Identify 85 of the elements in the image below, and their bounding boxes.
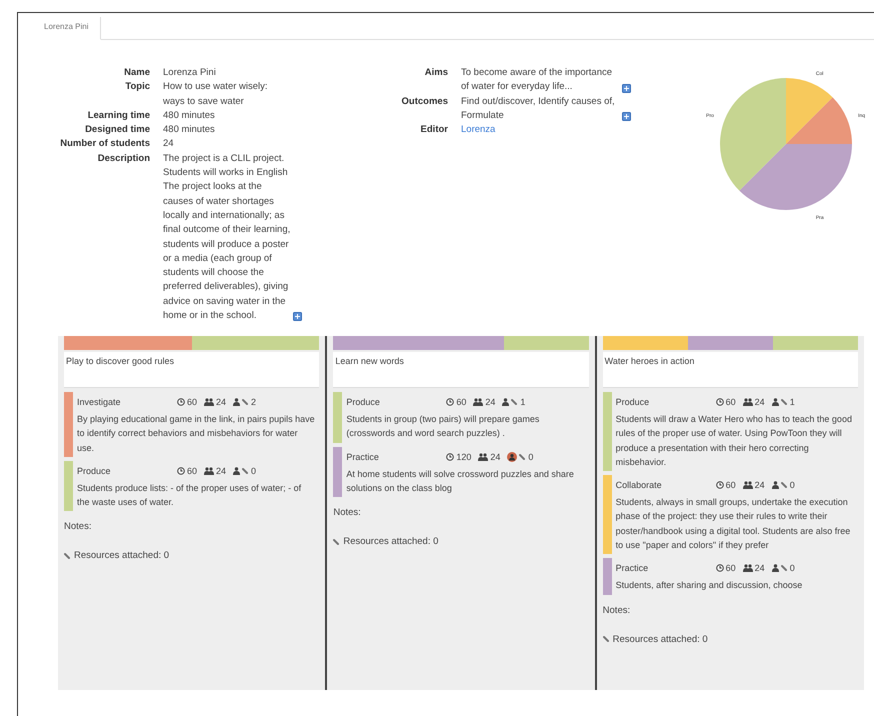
activity-description: Students will draw a Water Hero who has to teach the good rules of the proper use of water. Using PowToon they will produce a presentation with their hero correcting misbehavior. [616,413,853,469]
activity-description: Students, always in small groups, undertake the execution phase of the project: they use their rules to write their poster/handbook using a digital tool. Students are also free to use "paper and colors" if they prefer [616,496,852,552]
field-label: Description [96,152,150,166]
resource-count: 0 [251,466,256,476]
notes-label: Notes: [64,521,92,532]
activity-stripe [64,392,73,457]
field-label: Topic [124,80,150,94]
clock-icon [446,398,454,406]
clock-icon [177,398,185,406]
clock-icon [716,564,724,572]
field-value: 480 minutes [163,108,215,123]
activity-name: Produce [346,397,381,407]
field-label: Outcomes [400,94,448,109]
minutes: 60 [456,397,466,407]
field-label: Designed time [84,123,150,138]
field-value: 24 [163,137,174,152]
group-icon [478,452,488,461]
students: 24 [216,466,226,476]
activity-stripe [333,446,342,498]
clock-icon [446,452,454,461]
resources-attached: Resources attached: 0 [612,634,708,645]
resources-attached: Resources attached: 0 [74,550,170,562]
students: 24 [216,397,226,407]
activity-description: Students in group (two pairs) will prepare games (crosswords and word search puzzles) . [346,413,540,440]
minutes: 60 [187,466,198,476]
field-label: Aims [424,66,448,80]
minutes: 60 [726,397,736,407]
students: 24 [485,397,496,407]
clock-icon [177,466,185,475]
students: 24 [490,452,500,462]
students: 24 [754,397,765,407]
students: 24 [754,480,765,490]
activity-name: Produce [77,466,112,476]
field-value: Find out/discover, Identify causes of, Formulate [461,94,616,123]
resource-count: 2 [251,397,256,407]
notes-label: Notes: [333,507,362,518]
column-title: Learn new words [333,352,589,388]
notes-label: Notes: [602,604,632,616]
minutes: 60 [726,563,736,574]
resources-attached: Resources attached: 0 [343,536,438,548]
clock-icon [716,481,724,490]
minutes: 60 [726,480,736,490]
field-label: Learning time [86,108,150,123]
field-value: Lorenza Pini [163,66,216,80]
activity-stripe [333,392,342,443]
group-icon [473,398,484,406]
clock-icon [716,398,724,406]
group-icon [204,398,214,406]
activity-description: By playing educational game in the link, in pairs pupils have to identify correct behaviors and misbehaviors for water use. [77,413,316,455]
field-label: Number of students [59,137,150,152]
activity-description: Students produce lists: - of the proper uses of water; - of the waste uses of water. [77,482,302,510]
expand-icon[interactable] [293,312,302,322]
resource-count: 1 [790,397,795,407]
activity-name: Practice [616,563,650,574]
activity-stripe [602,558,612,595]
field-value: How to use water wisely: ways to save water [163,80,269,109]
column-title: Water heroes in action [602,352,858,388]
minutes: 120 [456,452,472,462]
group-icon [742,481,753,490]
students: 24 [754,563,765,574]
expand-icon[interactable] [622,84,631,93]
field-value: To become aware of the importance of water for everyday life... [461,66,614,94]
expand-icon[interactable] [622,112,631,122]
activity-stripe [64,460,73,512]
group-icon [204,466,214,475]
editor-link[interactable]: Lorenza [461,123,496,138]
column-title: Play to discover good rules [64,352,320,388]
group-icon [742,398,753,406]
field-label: Editor [420,123,448,138]
activity-description: Students, after sharing and discussion, choose [616,579,804,592]
field-label: Name [123,66,150,80]
group-icon [742,564,753,572]
resource-count: 0 [790,563,795,574]
field-value: The project is a CLIL project. Students will works in English The project looks at the causes of water shortages locally and internationally; as final outcome of their learning, students will produce a poster or a media (each group of students will choose the preferred deliverables), giving advice on saving water in the home or in the school. [163,152,291,324]
activity-description: At home students will solve crossword puzzles and share solutions on the class blog [346,468,575,495]
minutes: 60 [187,397,198,407]
resource-count: 0 [790,480,795,490]
resource-count: 0 [528,452,534,462]
activity-name: Produce [616,397,650,407]
resource-count: 1 [520,397,526,407]
activity-name: Collaborate [616,480,663,490]
field-value: 480 minutes [163,123,215,138]
activity-name: Investigate [77,397,122,407]
tab[interactable]: Lorenza Pini [26,17,102,40]
activity-name: Practice [346,452,380,462]
